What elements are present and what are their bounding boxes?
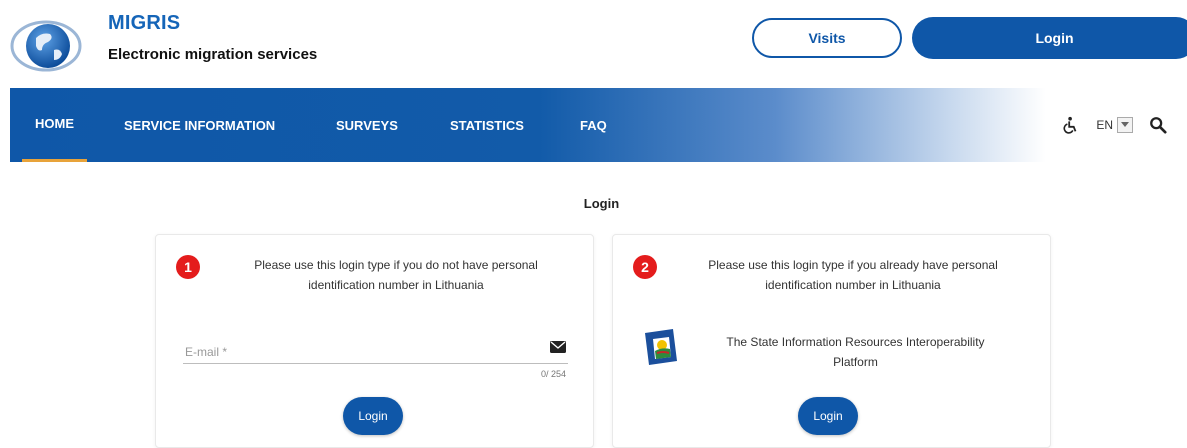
email-input[interactable] (183, 341, 527, 363)
nav-item-statistics[interactable]: STATISTICS (450, 88, 524, 162)
email-field[interactable] (183, 335, 568, 364)
character-counter: 0/ 254 (540, 369, 566, 379)
language-selector[interactable]: EN (1096, 117, 1133, 133)
page-title-text: Login (583, 196, 620, 211)
brand-title: MIGRIS (108, 12, 181, 34)
platform-name-line1: The State Information Resources Interope… (726, 335, 985, 349)
platform-logo-icon (645, 329, 677, 365)
login-card-personal-id: 2 Please use this login type if you alre… (612, 234, 1051, 448)
brand-subtitle: Electronic migration services (108, 46, 318, 63)
card-description: Please use this login type if you alread… (668, 255, 1038, 295)
nav-tools: EN (1062, 88, 1167, 162)
chevron-down-icon[interactable] (1117, 117, 1133, 133)
nav-item-faq[interactable]: FAQ (580, 88, 607, 162)
card-description-line1: Please use this login type if you alread… (708, 258, 998, 272)
nav-item-home[interactable]: HOME (22, 88, 87, 162)
login-card-no-personal-id: 1 Please use this login type if you do n… (155, 234, 594, 448)
header-login-button[interactable]: Login (912, 17, 1187, 59)
card-description: Please use this login type if you do not… (211, 255, 581, 295)
platform-name-line2: Platform (833, 355, 878, 369)
accessibility-icon[interactable] (1062, 116, 1080, 134)
main-nav: HOME SERVICE INFORMATION SURVEYS STATIST… (10, 88, 1187, 162)
card-description-line2: identification number in Lithuania (308, 278, 484, 292)
page-title: Login (0, 196, 1187, 211)
step-badge: 2 (633, 255, 657, 279)
globe-logo-icon[interactable] (10, 8, 82, 80)
mail-icon (550, 341, 566, 353)
visits-button[interactable]: Visits (752, 18, 902, 58)
card-description-line1: Please use this login type if you do not… (254, 258, 538, 272)
language-value: EN (1096, 118, 1113, 132)
nav-item-service-information[interactable]: SERVICE INFORMATION (124, 88, 275, 162)
login-email-button[interactable]: Login (343, 397, 403, 435)
card-description-line2: identification number in Lithuania (765, 278, 941, 292)
nav-item-surveys[interactable]: SURVEYS (336, 88, 398, 162)
search-icon[interactable] (1149, 116, 1167, 134)
platform-name: The State Information Resources Interope… (693, 332, 1018, 372)
header: MIGRIS Electronic migration services Vis… (0, 0, 1187, 88)
step-badge: 1 (176, 255, 200, 279)
login-platform-button[interactable]: Login (798, 397, 858, 435)
